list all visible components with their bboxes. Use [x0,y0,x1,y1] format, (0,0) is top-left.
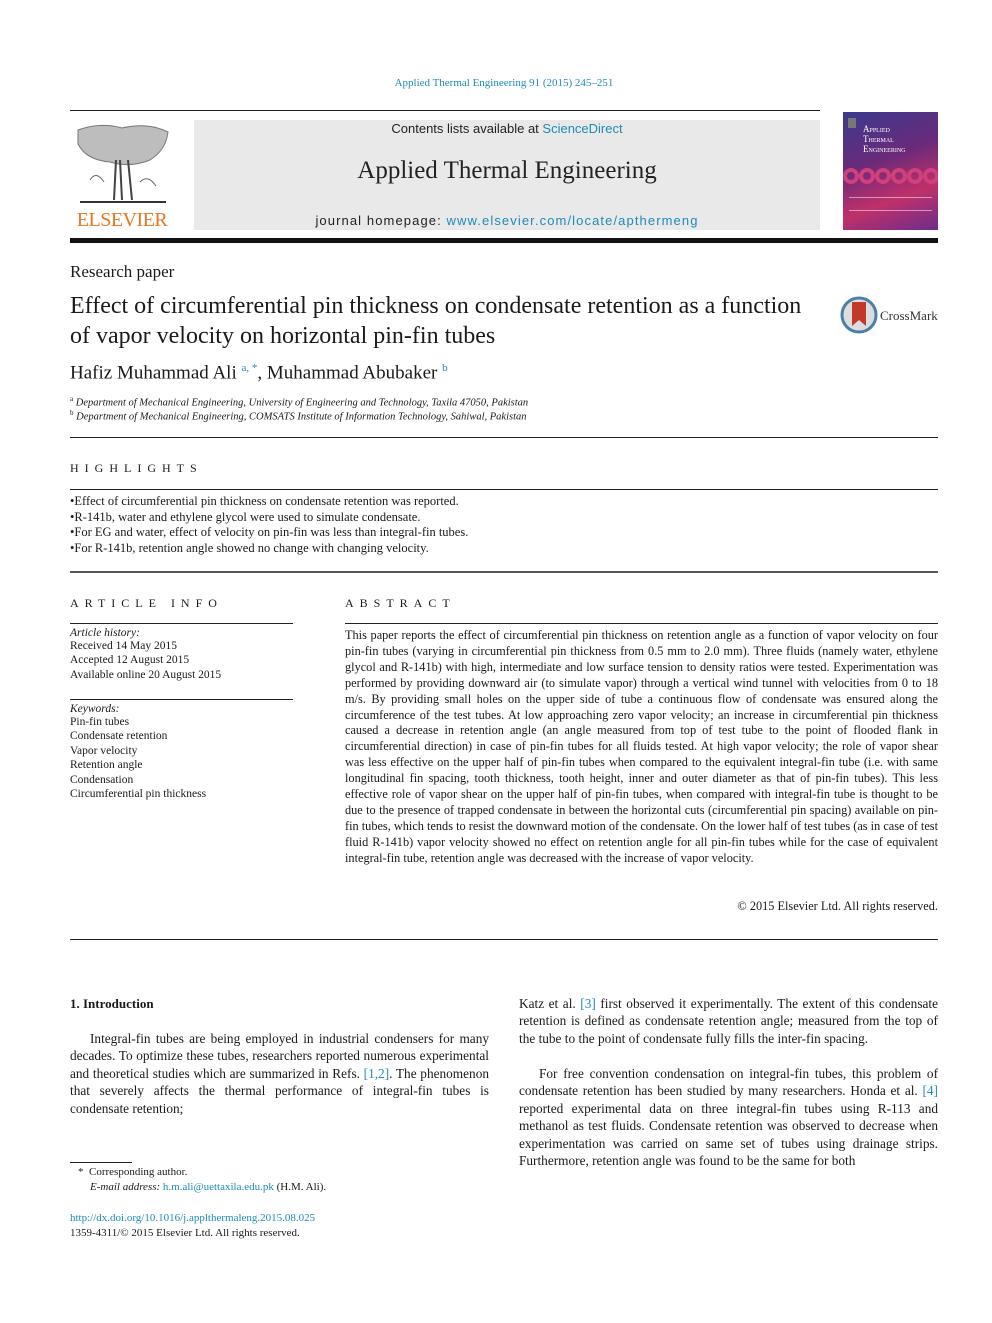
reference-link[interactable]: [1,2] [364,1066,389,1081]
keyword: Retention angle [70,759,143,772]
header-thick-rule [70,238,938,243]
contents-prefix: Contents lists available at [391,121,543,136]
history-online: Available online 20 August 2015 [70,668,222,681]
abstract-copyright: © 2015 Elsevier Ltd. All rights reserved… [737,899,938,913]
crossmark-label: CrossMark [880,308,938,323]
keyword: Condensate retention [70,730,168,743]
article-history: Article history: Received 14 May 2015 Ac… [70,627,293,682]
cover-pattern-icon [843,168,938,184]
paragraph-text: reported experimental data on three inte… [519,1100,938,1169]
article-info-heading: ARTICLE INFO [70,596,223,610]
keyword: Vapor velocity [70,744,138,757]
history-accepted: Accepted 12 August 2015 [70,654,190,667]
journal-cover-thumbnail[interactable]: Applied Thermal Engineering [843,112,938,230]
footnote-text: Corresponding author. [89,1166,188,1178]
intro-right-paragraph-2: For free convention condensation on inte… [519,1065,938,1169]
cover-title-line: Applied [863,124,890,134]
affiliation-key: b [70,409,74,417]
email-label: E-mail address: [90,1181,161,1193]
cover-title-line: Thermal [863,134,894,144]
cover-publisher-icon [848,118,856,128]
highlights-list: Effect of circumferential pin thickness … [70,494,468,556]
history-received: Received 14 May 2015 [70,640,177,652]
header-rule [70,110,820,111]
article-info-rule [70,623,293,624]
cover-title-line: Engineering [863,144,906,154]
issn-copyright: 1359-4311/© 2015 Elsevier Ltd. All right… [70,1227,300,1239]
keywords-label: Keywords: [70,703,120,715]
email-suffix: (H.M. Ali). [273,1181,327,1193]
keyword: Condensation [70,773,134,786]
intro-left-paragraph: Integral-fin tubes are being employed in… [70,1030,489,1117]
author-separator: , [257,362,267,384]
paragraph-text: Katz et al. [519,996,581,1011]
crossmark-badge[interactable]: CrossMark [840,296,940,336]
crossmark-icon [840,296,878,334]
author-affiliation-marker[interactable]: b [442,362,448,374]
affiliation-text: Department of Mechanical Engineering, Un… [75,397,529,409]
introduction-heading: 1. Introduction [70,996,154,1011]
elsevier-logo[interactable]: ELSEVIER [70,120,174,232]
homepage-link[interactable]: www.elsevier.com/locate/apthermeng [447,213,699,228]
contents-availability: Contents lists available at ScienceDirec… [194,121,820,136]
journal-title: Applied Thermal Engineering [357,157,657,184]
email-note: E-mail address: h.m.ali@uettaxila.edu.pk… [90,1180,326,1195]
journal-homepage: journal homepage: www.elsevier.com/locat… [194,213,820,228]
author-name[interactable]: Hafiz Muhammad Ali [70,362,237,383]
abstract-rule [345,623,938,624]
keywords: Keywords: Pin-fin tubes Condensate reten… [70,703,293,801]
author-affiliation-marker[interactable]: a, * [242,362,258,374]
highlight-item: For EG and water, effect of velocity on … [70,525,468,541]
highlight-item: R-141b, water and ethylene glycol were u… [70,510,468,526]
highlight-item: For R-141b, retention angle showed no ch… [70,541,468,557]
author-name[interactable]: Muhammad Abubaker [267,362,437,383]
abstract-text: This paper reports the effect of circumf… [345,628,938,865]
journal-reference-link[interactable]: Applied Thermal Engineering 91 (2015) 24… [0,77,992,89]
article-type: Research paper [70,262,175,281]
abstract-heading: ABSTRACT [345,596,456,610]
article-title: Effect of circumferential pin thickness … [70,293,802,349]
intro-right-paragraph-1: Katz et al. [3] first observed it experi… [519,995,938,1047]
elsevier-tree-icon [77,124,169,203]
affiliation-key: a [70,395,74,403]
footnote-mark: * [78,1166,84,1178]
homepage-prefix: journal homepage: [315,213,447,228]
keywords-rule [70,699,293,700]
elsevier-wordmark: ELSEVIER [76,209,168,231]
sciencedirect-link[interactable]: ScienceDirect [542,121,622,136]
keyword: Pin-fin tubes [70,716,130,728]
author-list: Hafiz Muhammad Ali a, *, Muhammad Abubak… [70,362,448,384]
footnote-rule [70,1162,132,1163]
highlights-rule [70,489,938,490]
reference-link[interactable]: [3] [580,996,596,1011]
journal-header-banner: Contents lists available at ScienceDirec… [194,120,820,230]
corresponding-author-note: * Corresponding author. [78,1165,187,1180]
paragraph-text: For free convention condensation on inte… [519,1066,938,1099]
affiliation-a: a Department of Mechanical Engineering, … [70,395,528,409]
email-link[interactable]: h.m.ali@uettaxila.edu.pk [163,1181,274,1193]
abstract-bottom-rule [70,939,938,940]
affiliation-b: b Department of Mechanical Engineering, … [70,409,527,423]
article-history-label: Article history: [70,627,140,639]
doi-link[interactable]: http://dx.doi.org/10.1016/j.applthermale… [70,1211,315,1226]
keyword: Circumferential pin thickness [70,788,207,801]
affiliations-rule [70,437,938,438]
cover-title: Applied Thermal Engineering [863,124,906,154]
reference-link[interactable]: [4] [922,1083,938,1098]
highlights-bottom-rule [70,571,938,573]
highlight-item: Effect of circumferential pin thickness … [70,494,468,510]
affiliation-text: Department of Mechanical Engineering, CO… [76,411,527,423]
cover-text-lines [849,197,932,211]
highlights-heading: HIGHLIGHTS [70,461,203,475]
